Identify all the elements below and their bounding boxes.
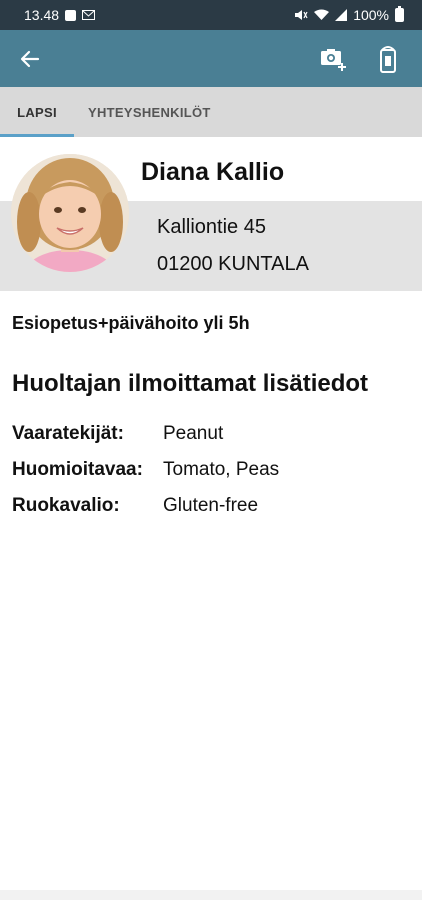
back-button[interactable] [10,39,50,79]
info-row-hazards: Vaaratekijät: Peanut [12,423,223,445]
info-value: Peanut [163,423,224,444]
info-row-diet: Ruokavalio: Gluten-free [12,495,258,517]
info-value: Tomato, Peas [163,459,280,480]
nfc-button[interactable] [364,35,412,83]
status-bar: 13.48 100% [0,0,422,30]
bottom-edge [0,890,422,900]
mute-icon [294,9,308,21]
wifi-icon [314,9,330,21]
info-label: Vaaratekijät: [12,423,124,444]
app-bar [0,30,422,87]
mail-icon [82,10,96,20]
battery-level: 100% [353,7,389,23]
address-street: Kalliontie 45 [157,216,266,238]
info-label: Ruokavalio: [12,495,120,516]
notification-icon [65,9,77,21]
tab-bar: LAPSI YHTEYSHENKILÖT [0,87,422,137]
add-photo-button[interactable] [310,35,358,83]
avatar [11,154,129,272]
nfc-phone-icon [380,45,396,73]
info-row-notes: Huomioitavaa: Tomato, Peas [12,459,279,481]
camera-plus-icon [321,48,346,71]
address-postal: 01200 KUNTALA [157,253,309,275]
info-value: Gluten-free [163,495,259,516]
signal-icon [335,9,348,21]
child-photo [11,154,129,272]
tab-yhteyshenkilot[interactable]: YHTEYSHENKILÖT [74,87,225,137]
child-name: Diana Kallio [141,158,285,186]
care-type: Esiopetus+päivähoito yli 5h [12,313,250,333]
guardian-info-title: Huoltajan ilmoittamat lisätiedot [12,370,369,397]
tab-lapsi[interactable]: LAPSI [0,87,74,137]
info-label: Huomioitavaa: [12,459,143,480]
clock: 13.48 [24,7,60,23]
arrow-left-icon [20,50,40,67]
battery-icon [395,6,404,22]
